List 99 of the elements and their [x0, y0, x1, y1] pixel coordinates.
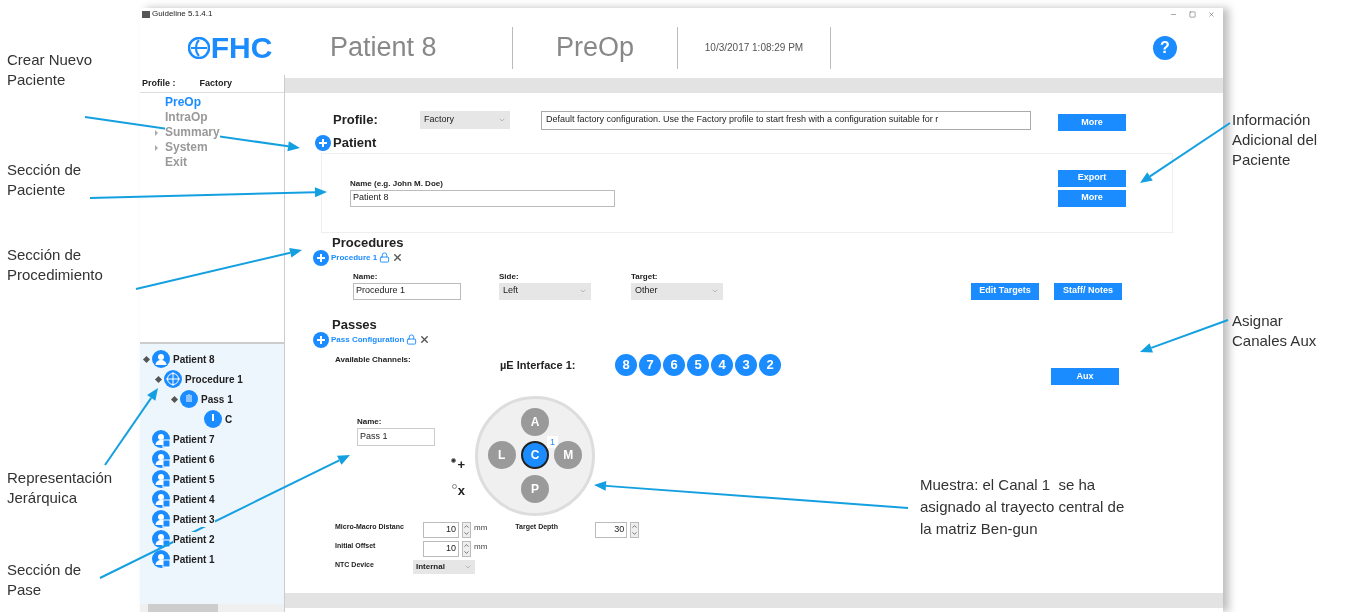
electrode-button[interactable]: C — [521, 441, 549, 470]
app-icon — [142, 10, 150, 18]
logo-text: FHC — [210, 32, 273, 63]
add-icon[interactable] — [315, 134, 331, 151]
expander-icon[interactable] — [142, 355, 151, 363]
electrode-button[interactable]: P — [521, 474, 549, 503]
field-label: Name: — [357, 415, 383, 428]
profile-label: Profile : — [142, 76, 176, 90]
spin-down-icon[interactable] — [631, 529, 639, 537]
tree-item[interactable]: Patient 2 — [173, 531, 215, 547]
nav-item[interactable]: IntraOp — [165, 110, 208, 125]
expander-icon[interactable] — [170, 395, 179, 403]
add-icon[interactable] — [313, 249, 329, 266]
spin-up-icon[interactable] — [631, 522, 639, 530]
field-label: Name: — [353, 270, 379, 283]
section-title: Procedures — [331, 234, 405, 250]
scrollbar[interactable] — [140, 604, 284, 612]
maximize-icon[interactable] — [1189, 10, 1196, 18]
nav-item[interactable]: System — [165, 140, 208, 155]
number-field[interactable]: 10 — [423, 540, 459, 557]
orientation-option: + — [457, 457, 465, 472]
callout-text: Información Adicional del Paciente — [1232, 110, 1319, 170]
dropdown[interactable]: Left — [499, 282, 591, 300]
spinner-control[interactable] — [630, 521, 640, 538]
section-title: Passes — [331, 316, 378, 332]
field-label: Target: — [631, 270, 659, 283]
action-button[interactable]: Export — [1058, 169, 1126, 187]
callout-text: Sección de Paciente — [7, 160, 83, 200]
remove-icon[interactable] — [419, 334, 431, 345]
expander-icon[interactable] — [154, 375, 163, 383]
close-icon[interactable] — [1208, 10, 1215, 18]
electrode-button[interactable]: A — [521, 408, 549, 437]
dropdown[interactable]: Other — [631, 282, 723, 300]
profile-label: Profile: — [333, 111, 379, 130]
spin-up-icon[interactable] — [463, 522, 470, 530]
expand-arrow-icon[interactable] — [155, 129, 158, 136]
profile-select[interactable]: Factory — [420, 111, 510, 129]
window-title: Guideline 5.1.4.1 — [152, 9, 213, 19]
remove-icon[interactable] — [392, 252, 404, 263]
electrode-button[interactable]: L — [487, 441, 516, 470]
interface-label: µE Interface 1: — [500, 357, 577, 373]
patient-name-field[interactable]: Patient 8 — [350, 189, 615, 207]
channel-button[interactable]: 8 — [615, 353, 637, 376]
field-label: Available Channels: — [335, 353, 412, 366]
channel-button[interactable]: 2 — [759, 353, 781, 376]
action-button[interactable]: More — [1058, 189, 1126, 207]
dropdown-caret-icon — [579, 287, 587, 295]
phase-title: PreOp — [554, 31, 635, 65]
logo-mark-icon — [187, 36, 210, 59]
channel-button[interactable]: 5 — [687, 353, 709, 376]
nav-item[interactable]: PreOp — [165, 95, 201, 110]
field-label: Side: — [499, 270, 520, 283]
number-field[interactable]: 30 — [595, 521, 628, 538]
pass-tab[interactable]: Pass Configuration — [331, 333, 405, 346]
channel-badge: 1 — [547, 436, 558, 449]
procedure-icon — [164, 370, 182, 388]
channel-button[interactable]: 3 — [735, 353, 757, 376]
add-icon[interactable] — [313, 331, 329, 348]
channel-icon — [204, 410, 222, 428]
callout-text: Asignar Canales Aux — [1232, 311, 1318, 351]
action-button[interactable]: Staff/ Notes — [1054, 282, 1122, 300]
number-field[interactable]: 10 — [423, 521, 459, 538]
procedure-tab[interactable]: Procedure 1 — [331, 251, 378, 264]
help-button[interactable]: ? — [1153, 35, 1177, 60]
radio-button[interactable] — [451, 457, 457, 463]
profile-description-field[interactable]: Default factory configuration. Use the Factory profile to start fresh with a configuration suitable for r — [541, 110, 1031, 130]
spin-down-icon[interactable] — [463, 548, 470, 556]
dropdown-caret-icon — [498, 116, 506, 124]
radio-button[interactable] — [451, 483, 457, 489]
callout-text: Sección de Pase — [7, 560, 83, 600]
action-button[interactable]: Edit Targets — [971, 282, 1039, 300]
unit-label: mm — [474, 540, 488, 553]
callout-text: Sección de Procedimiento — [7, 245, 104, 285]
dropdown-caret-icon — [711, 287, 719, 295]
callout-text: Crear Nuevo Paciente — [7, 50, 94, 90]
callout-text: Representación Jerárquica — [7, 468, 114, 508]
spinner-control[interactable] — [462, 540, 471, 557]
text-field[interactable]: Procedure 1 — [353, 282, 461, 300]
expand-arrow-icon[interactable] — [155, 144, 158, 151]
pass-icon — [180, 390, 198, 408]
pass-name-field[interactable]: Pass 1 — [357, 427, 435, 446]
spin-down-icon[interactable] — [463, 529, 470, 537]
field-label: Name (e.g. John M. Doe) — [350, 177, 444, 190]
action-button[interactable]: Aux — [1051, 367, 1119, 385]
profile-value: Factory — [199, 76, 233, 90]
patient-title: Patient 8 — [329, 31, 438, 65]
orientation-option: x — [457, 483, 465, 498]
channel-button[interactable]: 7 — [639, 353, 661, 376]
date-time: 10/3/2017 1:08:29 PM — [703, 41, 805, 55]
action-button[interactable]: More — [1058, 114, 1126, 132]
electrode-button[interactable]: M — [554, 441, 583, 470]
spin-up-icon[interactable] — [463, 541, 470, 549]
dropdown[interactable]: Internal — [413, 559, 475, 574]
unit-label: mm — [474, 521, 488, 534]
spinner-control[interactable] — [462, 521, 471, 538]
channel-button[interactable]: 4 — [711, 353, 733, 376]
section-title: Patient — [333, 134, 377, 152]
channel-button[interactable]: 6 — [663, 353, 685, 376]
nav-item[interactable]: Summary — [165, 125, 220, 140]
